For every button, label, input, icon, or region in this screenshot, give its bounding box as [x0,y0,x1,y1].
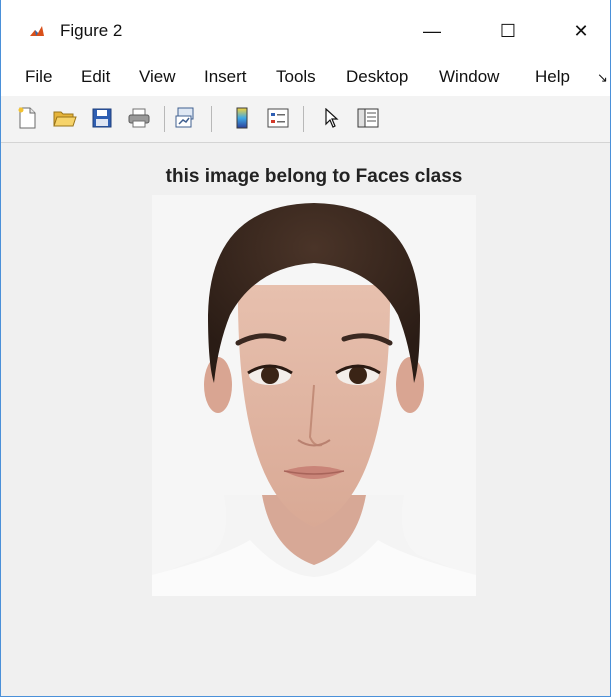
close-button[interactable]: ✕ [558,14,604,48]
save-button[interactable] [90,106,114,130]
pointer-button[interactable] [320,106,344,130]
print-icon [128,108,150,128]
maximize-icon: ☐ [499,20,517,41]
link-plot-icon [175,107,194,128]
menu-insert[interactable]: Insert [204,67,247,87]
colorbar-icon [236,107,248,129]
figure-window: Figure 2 — ☐ ✕ File Edit View Insert Too… [0,0,611,697]
menu-file[interactable]: File [25,67,52,87]
new-figure-button[interactable] [15,106,39,130]
title-bar: Figure 2 — ☐ ✕ [1,0,610,58]
link-plot-button[interactable] [174,106,198,130]
close-icon: ✕ [573,20,589,41]
new-figure-icon [18,107,36,129]
figure-toolbar [1,96,610,143]
colorbar-button[interactable] [230,106,254,130]
menu-bar: File Edit View Insert Tools Desktop Wind… [1,58,610,96]
legend-button[interactable] [266,106,290,130]
axes-title: this image belong to Faces class [165,166,463,187]
toolbar-separator [211,106,212,132]
menu-window[interactable]: Window [439,67,499,87]
menu-overflow-icon[interactable]: ↘ [597,70,608,86]
menu-view[interactable]: View [139,67,176,87]
toolbar-separator [303,106,304,132]
property-editor-button[interactable] [356,106,380,130]
open-file-button[interactable] [53,106,77,130]
minimize-icon: — [423,20,441,41]
property-editor-icon [357,108,379,128]
menu-help[interactable]: Help [535,67,570,87]
menu-tools[interactable]: Tools [276,67,316,87]
save-icon [92,108,112,128]
menu-desktop[interactable]: Desktop [346,67,408,87]
legend-icon [267,108,289,128]
pointer-icon [325,108,339,128]
print-button[interactable] [127,106,151,130]
face-image [152,195,476,596]
window-title: Figure 2 [60,21,123,40]
maximize-button[interactable]: ☐ [485,14,531,48]
toolbar-separator [164,106,165,132]
matlab-icon [29,24,45,40]
minimize-button[interactable]: — [409,14,455,48]
menu-edit[interactable]: Edit [81,67,110,87]
open-file-icon [53,111,77,127]
